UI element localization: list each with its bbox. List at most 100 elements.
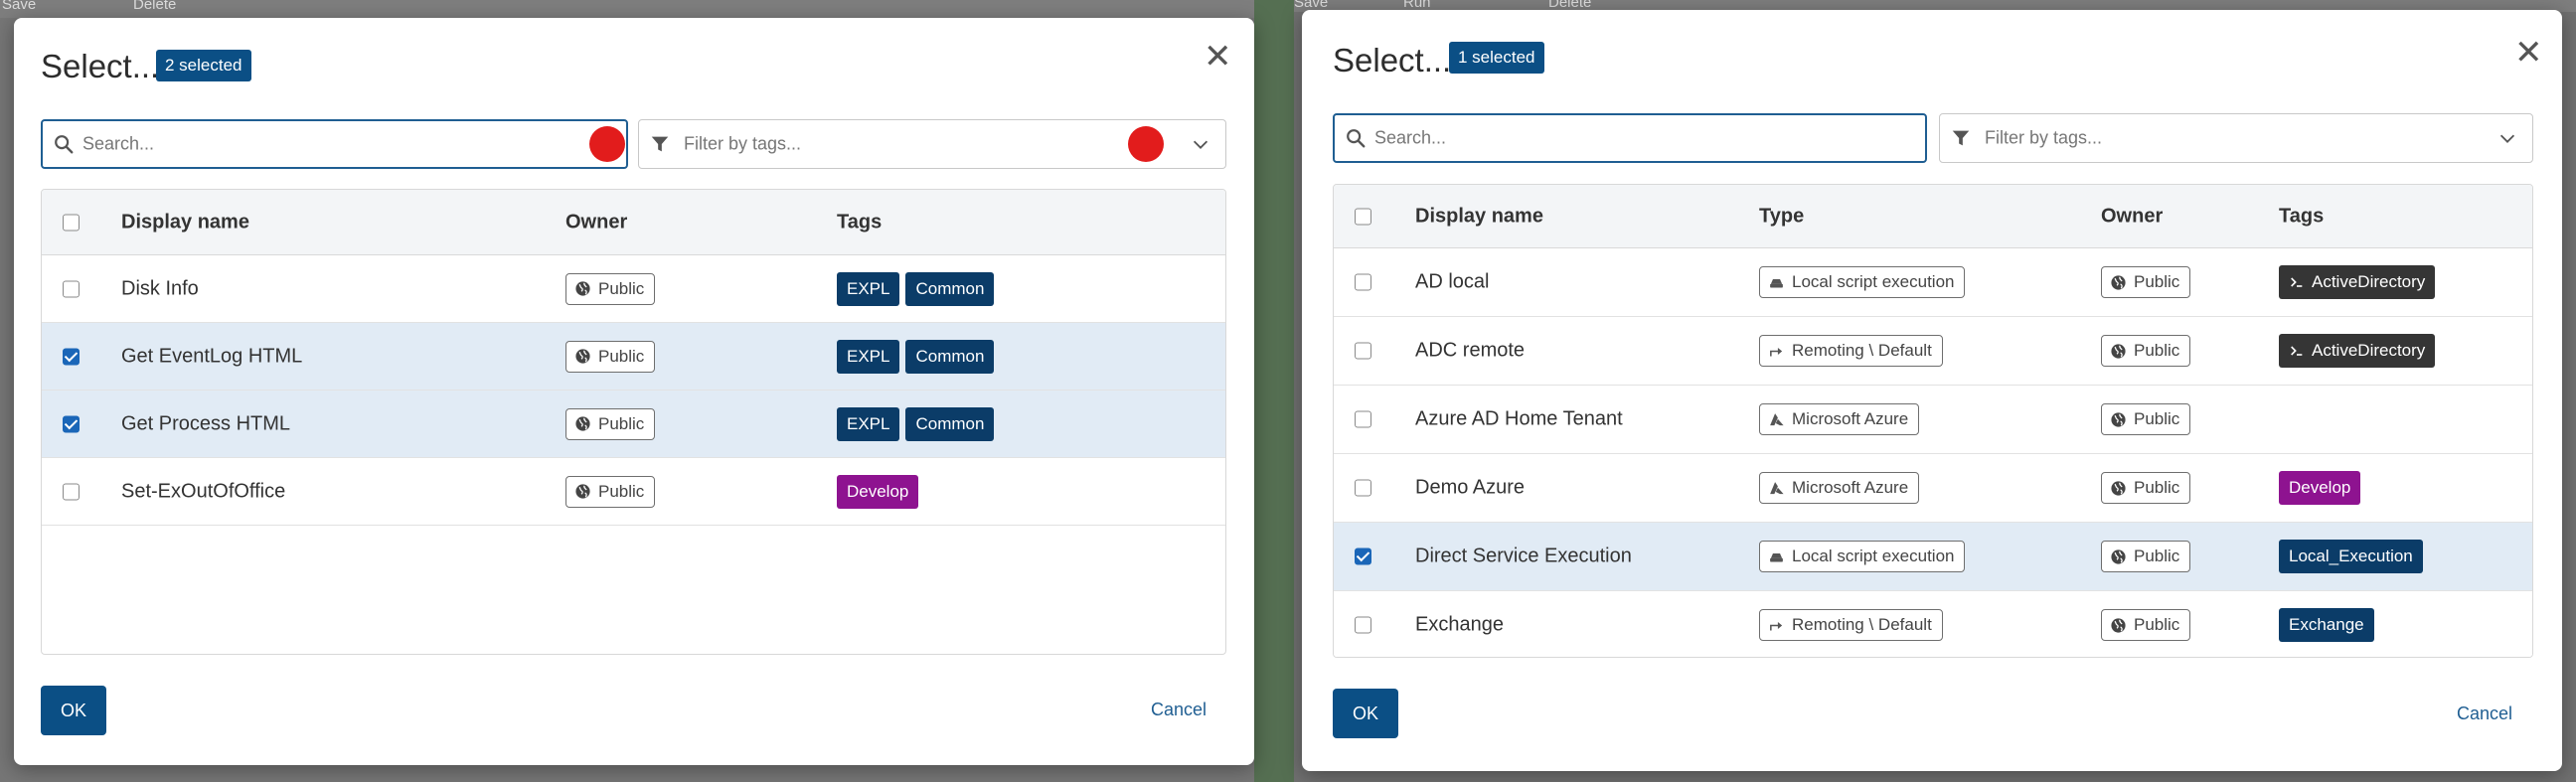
row-checkbox[interactable] [1355, 410, 1371, 428]
tag-badge: Common [905, 271, 995, 306]
filter-placeholder: Filter by tags... [684, 133, 802, 154]
row-tags: EXPL Common [837, 339, 995, 374]
search-input[interactable]: Search... [1333, 113, 1927, 163]
terminal-icon [2291, 277, 2303, 287]
owner-label: Public [598, 278, 645, 298]
close-icon[interactable]: ✕ [2514, 36, 2543, 70]
tag-label: Exchange [2289, 615, 2364, 634]
type-label: Remoting \ Default [1792, 615, 1932, 634]
table-header: Display name Owner Tags [42, 190, 1225, 255]
bg-save-label: Save [2, 0, 37, 13]
tag-label: ActiveDirectory [2312, 341, 2426, 360]
ok-button[interactable]: OK [1333, 689, 1398, 738]
tag-badge: ActiveDirectory [2279, 265, 2436, 299]
owner-label: Public [2134, 615, 2180, 634]
globe-icon [575, 349, 590, 364]
globe-icon [2111, 548, 2126, 564]
filter-icon [651, 136, 669, 152]
table-row[interactable]: Azure AD Home Tenant Microsoft Azure Publi… [1334, 386, 2532, 454]
server-icon [1770, 278, 1783, 287]
search-input[interactable]: Search... [41, 119, 628, 169]
col-tags[interactable]: Tags [837, 211, 882, 234]
chevron-down-icon [1193, 140, 1208, 149]
bg-delete-label: Delete [133, 0, 177, 13]
row-checkbox[interactable] [1355, 342, 1371, 360]
tag-label: Local_Execution [2289, 547, 2413, 565]
tag-badge: Common [905, 339, 995, 374]
row-checkbox[interactable] [63, 483, 80, 500]
owner-label: Public [2134, 409, 2180, 428]
col-tags[interactable]: Tags [2279, 205, 2324, 228]
owner-label: Public [2134, 272, 2180, 291]
filter-placeholder: Filter by tags... [1985, 127, 2103, 148]
table-row[interactable]: AD local Local script execution Public Acti… [1334, 248, 2532, 317]
col-display-name[interactable]: Display name [121, 211, 249, 234]
table-row[interactable]: Get Process HTML Public EXPL Common [42, 391, 1225, 458]
ok-button[interactable]: OK [41, 686, 106, 735]
row-display-name: Set-ExOutOfOffice [121, 480, 286, 502]
tag-badge: EXPL [837, 339, 900, 374]
row-tags: Develop [2279, 471, 2361, 505]
row-display-name: Disk Info [121, 277, 199, 299]
globe-icon [2111, 411, 2126, 427]
select-all-checkbox[interactable] [1355, 208, 1371, 225]
row-tags: ActiveDirectory [2279, 265, 2436, 299]
tag-filter-select[interactable]: Filter by tags... [1939, 113, 2533, 163]
remote-arrow-icon [1770, 347, 1783, 356]
dialog-title: Select... [1333, 42, 1452, 78]
col-display-name[interactable]: Display name [1415, 205, 1543, 228]
row-tags: EXPL Common [837, 271, 995, 306]
owner-badge: Public [2101, 609, 2191, 641]
tag-badge: EXPL [837, 406, 900, 441]
results-table: Display name Type Owner Tags AD local Loc… [1333, 184, 2533, 658]
row-tags: Local_Execution [2279, 540, 2423, 573]
type-badge: Remoting \ Default [1759, 609, 1943, 641]
tag-filter-select[interactable]: Filter by tags... [638, 119, 1226, 169]
col-type[interactable]: Type [1759, 205, 1804, 228]
select-all-checkbox[interactable] [63, 214, 80, 231]
owner-badge: Public [2101, 403, 2191, 435]
globe-icon [2111, 480, 2126, 496]
row-display-name: ADC remote [1415, 339, 1526, 362]
tag-label: ActiveDirectory [2312, 272, 2426, 291]
search-placeholder: Search... [82, 133, 155, 154]
owner-badge: Public [2101, 266, 2191, 298]
azure-icon [1770, 481, 1784, 494]
type-badge: Microsoft Azure [1759, 403, 1920, 435]
row-checkbox[interactable] [1355, 479, 1371, 497]
search-icon [55, 135, 74, 154]
table-row[interactable]: Exchange Remoting \ Default Public Exchange [1334, 591, 2532, 657]
type-label: Local script execution [1792, 547, 1955, 565]
table-row[interactable]: Disk Info Public EXPL Common [42, 255, 1225, 323]
col-owner[interactable]: Owner [2101, 205, 2163, 228]
row-checkbox[interactable] [1355, 616, 1371, 634]
type-label: Remoting \ Default [1792, 341, 1932, 360]
selected-count-badge: 2 selected [156, 50, 251, 81]
table-row[interactable]: Direct Service Execution Local script exe… [1334, 523, 2532, 591]
row-checkbox[interactable] [63, 348, 80, 365]
table-row[interactable]: Get EventLog HTML Public EXPL Common [42, 323, 1225, 391]
cancel-button[interactable]: Cancel [1151, 700, 1207, 720]
col-owner[interactable]: Owner [565, 211, 627, 234]
owner-badge: Public [565, 272, 656, 305]
close-icon[interactable]: ✕ [1204, 40, 1232, 74]
row-checkbox[interactable] [1355, 273, 1371, 291]
owner-badge: Public [2101, 472, 2191, 504]
row-display-name: Get Process HTML [121, 412, 291, 434]
row-checkbox[interactable] [63, 280, 80, 297]
row-checkbox[interactable] [1355, 547, 1371, 565]
red-marker-dot [1128, 126, 1164, 162]
owner-badge: Public [565, 407, 656, 440]
owner-label: Public [598, 346, 645, 366]
row-checkbox[interactable] [63, 415, 80, 432]
table-row[interactable]: Set-ExOutOfOffice Public Develop [42, 458, 1225, 526]
cancel-button[interactable]: Cancel [2457, 704, 2512, 724]
owner-badge: Public [565, 340, 656, 373]
owner-label: Public [598, 413, 645, 433]
owner-badge: Public [2101, 335, 2191, 367]
table-row[interactable]: Demo Azure Microsoft Azure Public Develop [1334, 454, 2532, 523]
server-icon [1770, 552, 1783, 561]
table-row[interactable]: ADC remote Remoting \ Default Public Active… [1334, 317, 2532, 386]
tag-badge: Develop [2279, 471, 2361, 505]
azure-icon [1770, 412, 1784, 425]
